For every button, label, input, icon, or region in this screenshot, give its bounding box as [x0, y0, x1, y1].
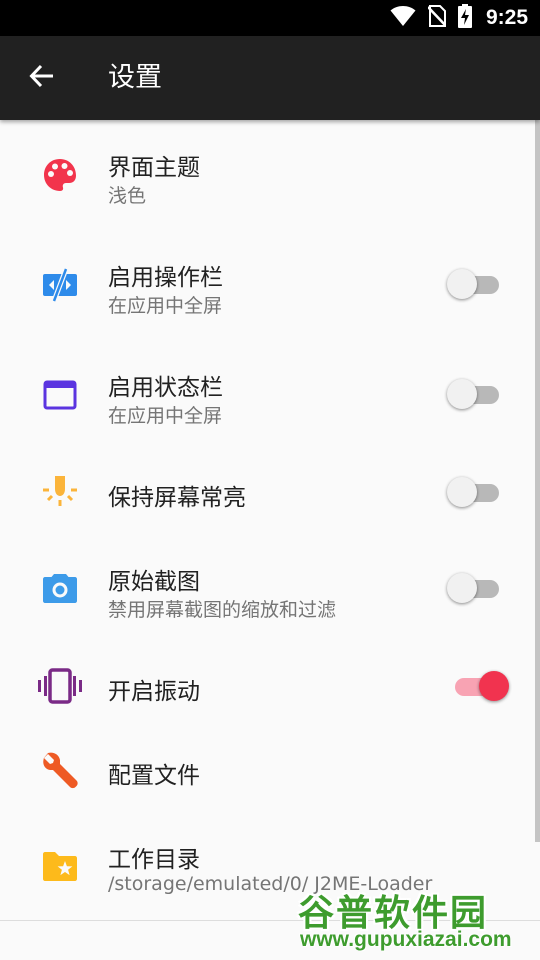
- setting-keep-screen-on[interactable]: 保持屏幕常亮: [0, 450, 540, 534]
- watermark-url: www.gupuxiazai.com: [300, 928, 512, 951]
- keep-screen-on-switch[interactable]: [447, 474, 509, 510]
- setting-title: 界面主题: [108, 155, 200, 181]
- status-bar: 9:25: [0, 0, 540, 36]
- setting-title: 工作目录: [108, 847, 200, 873]
- switch-thumb: [447, 573, 477, 603]
- setting-summary: 浅色: [108, 185, 147, 207]
- setting-vibration[interactable]: 开启振动: [0, 644, 540, 728]
- wrench-icon: [40, 750, 80, 790]
- wifi-icon: [390, 5, 416, 31]
- setting-summary: 在应用中全屏: [108, 405, 223, 427]
- setting-action-bar[interactable]: 启用操作栏 在应用中全屏: [0, 230, 540, 340]
- palette-icon: [40, 155, 80, 195]
- setting-title: 配置文件: [108, 763, 200, 789]
- switch-thumb: [447, 379, 477, 409]
- setting-theme[interactable]: 界面主题 浅色: [0, 120, 540, 230]
- setting-config-file[interactable]: 配置文件: [0, 728, 540, 812]
- action-bar-off-icon: [40, 265, 80, 305]
- bulb-icon: [40, 472, 80, 512]
- watermark: 谷普软件园 www.gupuxiazai.com: [296, 884, 540, 960]
- setting-title: 原始截图: [108, 569, 200, 595]
- battery-charging-icon: [457, 4, 472, 32]
- switch-thumb: [447, 269, 477, 299]
- setting-title: 启用状态栏: [108, 375, 223, 401]
- scrollbar[interactable]: [535, 120, 540, 842]
- setting-title: 启用操作栏: [108, 265, 223, 291]
- settings-list: 界面主题 浅色 启用操作栏 在应用中全屏 启用状态栏 在应用中全屏 保持屏幕常亮…: [0, 120, 540, 960]
- back-button[interactable]: [18, 54, 66, 102]
- switch-thumb: [447, 477, 477, 507]
- camera-icon: [40, 568, 80, 608]
- raw-screenshot-switch[interactable]: [447, 570, 509, 606]
- switch-thumb: [479, 671, 509, 701]
- setting-summary: 在应用中全屏: [108, 295, 223, 317]
- setting-title: 开启振动: [108, 679, 200, 705]
- status-bar-switch[interactable]: [447, 376, 509, 412]
- vibration-switch[interactable]: [447, 668, 509, 704]
- no-sim-icon: [427, 5, 447, 31]
- window-icon: [40, 375, 80, 415]
- folder-star-icon: [40, 846, 80, 886]
- setting-summary: 禁用屏幕截图的缩放和过滤: [108, 599, 337, 621]
- setting-status-bar[interactable]: 启用状态栏 在应用中全屏: [0, 340, 540, 450]
- setting-raw-screenshot[interactable]: 原始截图 禁用屏幕截图的缩放和过滤: [0, 534, 540, 644]
- status-time: 9:25: [485, 6, 528, 29]
- page-title: 设置: [108, 62, 162, 93]
- setting-title: 保持屏幕常亮: [108, 485, 246, 511]
- arrow-left-icon[interactable]: [29, 63, 55, 93]
- app-bar: 设置: [0, 36, 540, 120]
- vibration-icon: [36, 666, 84, 706]
- action-bar-switch[interactable]: [447, 266, 509, 302]
